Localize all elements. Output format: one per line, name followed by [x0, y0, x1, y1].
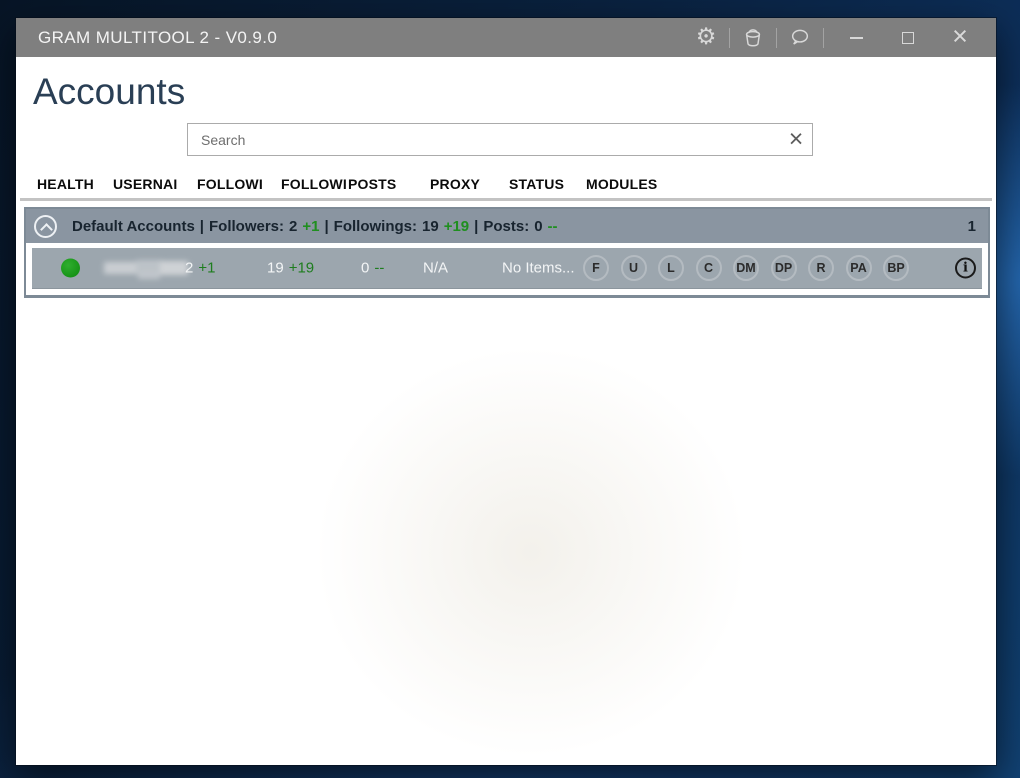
- group-followers-delta: +1: [302, 218, 319, 235]
- group-posts-label: Posts:: [483, 218, 529, 235]
- group-title: Default Accounts: [72, 218, 195, 235]
- followings-cell: 19 +19: [267, 260, 314, 277]
- app-title: GRAM MULTITOOL 2 - V0.9.0: [38, 28, 277, 48]
- username-redacted: [104, 259, 188, 278]
- group-posts-delta: --: [548, 218, 558, 235]
- module-button-l[interactable]: L: [658, 255, 684, 281]
- module-button-dm[interactable]: DM: [733, 255, 759, 281]
- group-followers-value: 2: [289, 218, 297, 235]
- group-followings-value: 19: [422, 218, 439, 235]
- module-button-bp[interactable]: BP: [883, 255, 909, 281]
- clear-x-icon: ×: [789, 125, 804, 153]
- maximize-button[interactable]: [882, 23, 934, 53]
- proxy-cell: N/A: [423, 260, 448, 277]
- followers-value: 2: [185, 260, 193, 277]
- info-button[interactable]: i: [955, 258, 976, 279]
- paint-bucket-icon: [742, 27, 764, 49]
- close-button[interactable]: ×: [934, 23, 986, 53]
- collapse-button[interactable]: [34, 215, 57, 238]
- status-cell: No Items...: [502, 260, 575, 277]
- group-separator: |: [474, 218, 478, 235]
- rows-wrapper: 2 +1 19 +19 0 -- N/A No Items... F: [26, 243, 988, 295]
- module-button-f[interactable]: F: [583, 255, 609, 281]
- titlebar-separator: [823, 28, 824, 48]
- info-icon: i: [963, 261, 968, 276]
- column-header-followings[interactable]: FOLLOWI: [281, 176, 347, 192]
- accounts-list: Default Accounts | Followers: 2 +1 | Fol…: [24, 207, 990, 298]
- followers-delta: +1: [198, 260, 215, 277]
- group-posts-value: 0: [534, 218, 542, 235]
- group-separator: |: [324, 218, 328, 235]
- account-row[interactable]: 2 +1 19 +19 0 -- N/A No Items... F: [32, 248, 982, 288]
- module-button-dp[interactable]: DP: [771, 255, 797, 281]
- group-count: 1: [968, 218, 976, 235]
- search-box: ×: [187, 123, 813, 156]
- posts-delta: --: [374, 260, 384, 277]
- group-summary: Default Accounts | Followers: 2 +1 | Fol…: [72, 218, 558, 235]
- titlebar-separator: [729, 28, 730, 48]
- gear-icon: ⚙: [696, 26, 717, 49]
- followings-delta: +19: [289, 260, 314, 277]
- health-indicator-dot: [61, 259, 80, 278]
- chat-bubble-icon: [789, 27, 811, 49]
- maximize-icon: [902, 32, 914, 44]
- header-divider: [20, 198, 992, 201]
- desktop: { "window": { "title": "GRAM MULTITOOL 2…: [0, 0, 1020, 778]
- module-button-u[interactable]: U: [621, 255, 647, 281]
- column-header-proxy[interactable]: PROXY: [430, 176, 480, 192]
- column-header-followers[interactable]: FOLLOWI: [197, 176, 263, 192]
- search-clear-button[interactable]: ×: [780, 127, 812, 152]
- followings-value: 19: [267, 260, 284, 277]
- column-header-username[interactable]: USERNAI: [113, 176, 177, 192]
- module-buttons: F U L C DM DP R PA BP: [583, 255, 909, 281]
- minimize-icon: [850, 37, 863, 39]
- theme-button[interactable]: [736, 23, 770, 53]
- column-header-status[interactable]: STATUS: [509, 176, 564, 192]
- followers-cell: 2 +1: [185, 260, 215, 277]
- page-title: Accounts: [33, 71, 185, 113]
- search-input[interactable]: [188, 132, 780, 148]
- app-window: GRAM MULTITOOL 2 - V0.9.0 ⚙: [16, 18, 996, 765]
- posts-value: 0: [361, 260, 369, 277]
- column-header-posts[interactable]: POSTS: [348, 176, 396, 192]
- group-followers-label: Followers:: [209, 218, 284, 235]
- titlebar: GRAM MULTITOOL 2 - V0.9.0 ⚙: [16, 18, 996, 57]
- column-header-modules[interactable]: MODULES: [586, 176, 657, 192]
- module-button-pa[interactable]: PA: [846, 255, 872, 281]
- module-button-c[interactable]: C: [696, 255, 722, 281]
- close-icon: ×: [952, 23, 968, 50]
- group-followings-delta: +19: [444, 218, 469, 235]
- titlebar-separator: [776, 28, 777, 48]
- content-area: Accounts × HEALTH USERNAI FOLLOWI FOLLOW…: [16, 57, 996, 765]
- posts-cell: 0 --: [361, 260, 384, 277]
- chat-button[interactable]: [783, 23, 817, 53]
- module-button-r[interactable]: R: [808, 255, 834, 281]
- group-followings-label: Followings:: [334, 218, 417, 235]
- group-separator: |: [200, 218, 204, 235]
- accounts-group-header[interactable]: Default Accounts | Followers: 2 +1 | Fol…: [26, 209, 988, 243]
- minimize-button[interactable]: [830, 23, 882, 53]
- settings-button[interactable]: ⚙: [689, 23, 723, 53]
- column-header-health[interactable]: HEALTH: [37, 176, 94, 192]
